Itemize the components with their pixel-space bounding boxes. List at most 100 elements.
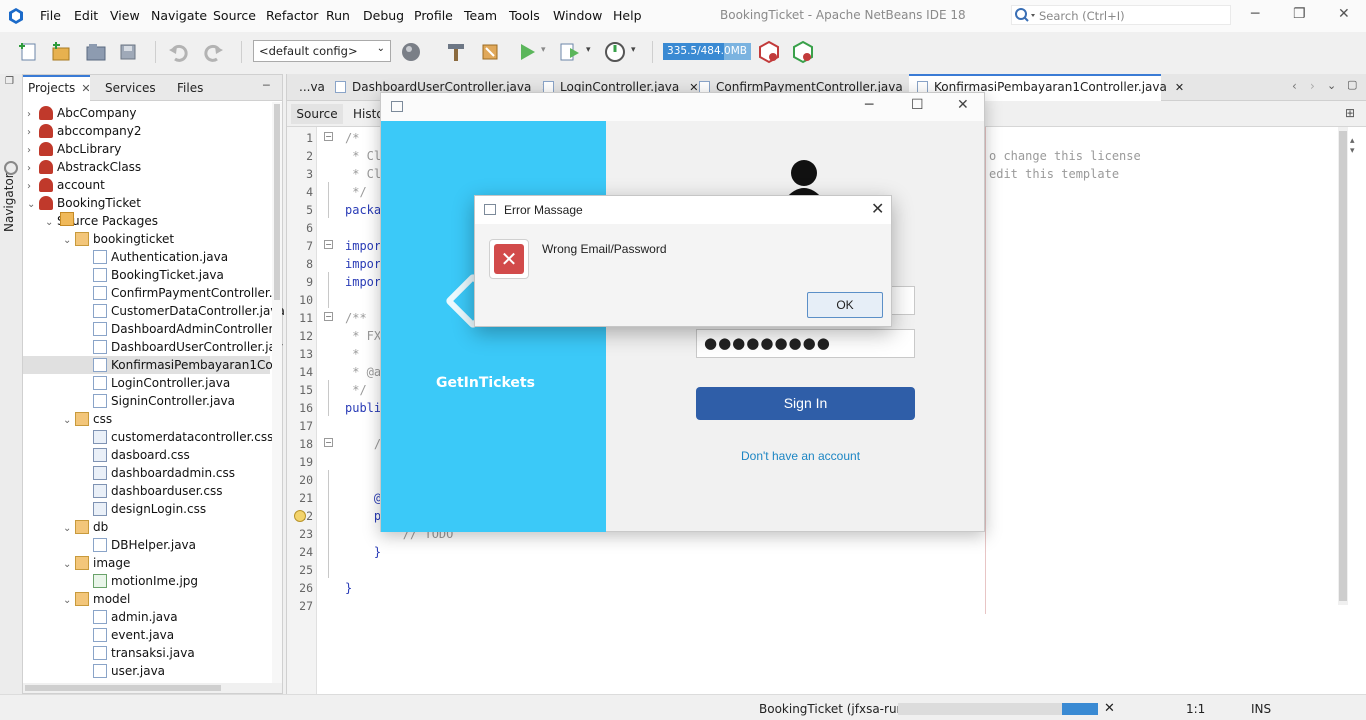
profile-icon[interactable] [603, 40, 627, 64]
restore-button[interactable]: ❐ [1293, 6, 1306, 22]
undo-icon[interactable] [167, 40, 191, 64]
running-process-label[interactable]: BookingTicket (jfxsa-run) [759, 702, 909, 716]
menu-run[interactable]: Run [326, 8, 350, 23]
menu-window[interactable]: Window [553, 8, 602, 23]
tab-source[interactable]: Source [291, 104, 343, 124]
editor-vertical-scrollbar[interactable] [1338, 127, 1348, 605]
new-file-icon[interactable] [17, 40, 41, 64]
menu-debug[interactable]: Debug [363, 8, 404, 23]
scrollbar-thumb[interactable] [274, 104, 280, 300]
tree-item[interactable]: customerdatacontroller.css [23, 428, 273, 446]
menu-view[interactable]: View [110, 8, 140, 23]
menu-refactor[interactable]: Refactor [266, 8, 318, 23]
tree-item[interactable]: ⌄ image [23, 554, 270, 572]
menu-help[interactable]: Help [613, 8, 642, 23]
tree-item[interactable]: BookingTicket.java [23, 266, 270, 284]
open-project-icon[interactable] [84, 40, 108, 64]
menu-file[interactable]: File [40, 8, 61, 23]
navigator-tab[interactable]: Navigator [2, 173, 16, 232]
scrollbar-thumb[interactable] [1339, 131, 1347, 601]
minimize-button[interactable]: ─ [865, 97, 873, 113]
tree-item[interactable]: dashboarduser.css [23, 482, 270, 500]
tab-projects[interactable]: Projects ✕ [23, 75, 91, 101]
close-button[interactable]: ✕ [871, 199, 884, 218]
register-link[interactable]: Don't have an account [381, 449, 984, 463]
password-field[interactable]: ●●●●●●●●● [696, 329, 915, 358]
search-input[interactable]: Search (Ctrl+I) [1011, 5, 1231, 25]
tree-item[interactable]: admin.java [23, 608, 270, 626]
maximize-window-icon[interactable]: ▢ [1347, 78, 1357, 91]
debug-icon[interactable] [558, 40, 582, 64]
tree-horizontal-scrollbar[interactable] [23, 683, 282, 693]
sign-in-button[interactable]: Sign In [696, 387, 915, 420]
clean-build-icon[interactable] [478, 40, 502, 64]
config-select[interactable]: <default config> ⌄ [253, 40, 391, 62]
scroll-down-icon[interactable]: ▾ [1350, 146, 1355, 156]
restore-window-icon[interactable]: ❐ [5, 76, 14, 87]
debug-dropdown-icon[interactable]: ▾ [586, 45, 591, 55]
close-icon[interactable]: ✕ [1175, 81, 1184, 94]
scroll-tabs-right-icon[interactable]: › [1310, 79, 1315, 93]
menu-team[interactable]: Team [464, 8, 497, 23]
tree-item[interactable]: ConfirmPaymentController.j [23, 284, 276, 302]
scroll-tabs-left-icon[interactable]: ‹ [1292, 79, 1297, 93]
tabs-dropdown-icon[interactable]: ⌄ [1327, 79, 1336, 92]
tree-item[interactable]: ⌄ css [23, 410, 270, 428]
close-button[interactable]: ✕ [957, 97, 969, 113]
tree-item[interactable]: ⌄ model [23, 590, 270, 608]
lightbulb-hint-icon[interactable] [294, 510, 306, 522]
gc-icon[interactable] [757, 40, 781, 64]
tree-item[interactable]: Authentication.java [23, 248, 270, 266]
fold-toggle-icon[interactable]: − [324, 312, 333, 321]
minimize-button[interactable]: ─ [1251, 6, 1259, 22]
tree-item[interactable]: CustomerDataController.java [23, 302, 285, 320]
menu-edit[interactable]: Edit [74, 8, 98, 23]
tree-item[interactable]: designLogin.css [23, 500, 270, 518]
close-icon[interactable]: ✕ [81, 82, 90, 95]
split-editor-icon[interactable]: ⊞ [1345, 106, 1355, 120]
menu-profile[interactable]: Profile [414, 8, 453, 23]
tree-item[interactable]: SigninController.java [23, 392, 270, 410]
new-project-icon[interactable] [49, 40, 73, 64]
save-all-icon[interactable] [116, 40, 140, 64]
memory-indicator[interactable]: 335.5/484.0MB [663, 43, 751, 60]
tree-item[interactable]: dasboard.css [23, 446, 270, 464]
run-dropdown-icon[interactable]: ▾ [541, 45, 546, 55]
tree-item[interactable]: DashboardAdminController.j [23, 320, 279, 338]
run-icon[interactable] [515, 40, 539, 64]
tab-files[interactable]: Files [177, 75, 203, 101]
cancel-process-icon[interactable]: ✕ [1104, 701, 1115, 716]
globe-icon[interactable] [400, 40, 424, 64]
tree-item[interactable]: ⌄ db [23, 518, 270, 536]
tree-item[interactable]: ⌄ bookingticket [23, 230, 270, 248]
build-hammer-icon[interactable] [444, 40, 468, 64]
tree-item[interactable]: ⌄ BookingTicket [23, 194, 270, 212]
menu-source[interactable]: Source [213, 8, 256, 23]
tree-item[interactable]: transaksi.java [23, 644, 270, 662]
minimize-panel-icon[interactable]: ─ [263, 79, 270, 92]
editor-tab-0[interactable]: ...va [299, 74, 325, 101]
tree-item[interactable]: › AbcCompany [23, 104, 270, 122]
tree-item[interactable]: event.java [23, 626, 270, 644]
tree-item[interactable]: DBHelper.java [23, 536, 270, 554]
profiler-icon[interactable] [791, 40, 815, 64]
redo-icon[interactable] [201, 40, 225, 64]
tree-item[interactable]: KonfirmasiPembayaran1Con [23, 356, 280, 374]
tab-services[interactable]: Services [105, 75, 156, 101]
tree-item[interactable]: dashboardadmin.css [23, 464, 270, 482]
tree-item[interactable]: › AbcLibrary [23, 140, 270, 158]
tree-item[interactable]: DashboardUserController.jav [23, 338, 283, 356]
tree-item[interactable]: › AbstrackClass [23, 158, 270, 176]
tree-item[interactable]: › account [23, 176, 270, 194]
tree-item[interactable]: › abccompany2 [23, 122, 270, 140]
fold-toggle-icon[interactable]: − [324, 240, 333, 249]
ok-button[interactable]: OK [807, 292, 883, 318]
fold-toggle-icon[interactable]: − [324, 132, 333, 141]
tree-item[interactable]: user.java [23, 662, 270, 680]
profile-dropdown-icon[interactable]: ▾ [631, 45, 636, 55]
scroll-up-icon[interactable]: ▴ [1350, 136, 1355, 146]
menu-navigate[interactable]: Navigate [151, 8, 207, 23]
tree-item[interactable]: LoginController.java [23, 374, 270, 392]
tree-item[interactable]: motionIme.jpg [23, 572, 270, 590]
close-button[interactable]: ✕ [1338, 6, 1350, 22]
